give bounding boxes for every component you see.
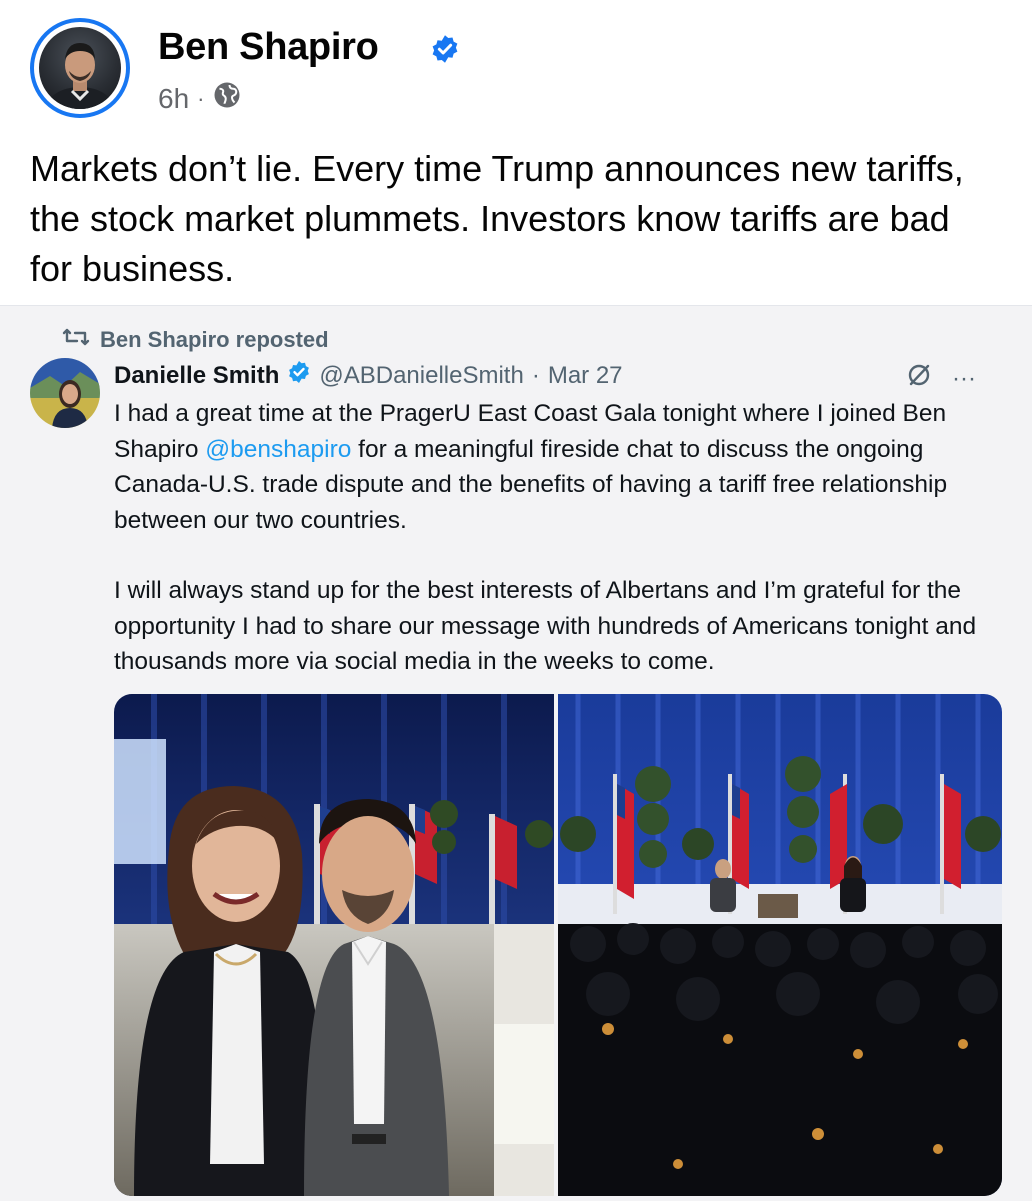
repost-label: Ben Shapiro reposted [100, 327, 329, 352]
photo-portrait [114, 694, 554, 1196]
author-name[interactable]: Ben Shapiro [158, 26, 379, 69]
post-header: Ben Shapiro 6h · [30, 18, 1010, 128]
photo-stage [558, 694, 1002, 1196]
tweet-paragraph-1: I had a great time at the PragerU East C… [114, 396, 1004, 538]
tweet-header: Danielle Smith @ABDanielleSmith · Mar 27 [114, 360, 623, 391]
post-meta: 6h · [158, 80, 242, 117]
tweet-author-avatar [30, 358, 100, 428]
tweet-handle: @ABDanielleSmith [319, 361, 524, 389]
tweet-mention: @benshapiro [205, 435, 352, 463]
tweet-separator: · [531, 361, 540, 389]
tweet-paragraph-2: I will always stand up for the best inte… [114, 577, 977, 675]
tweet-author-name: Danielle Smith [114, 361, 280, 389]
repost-row: Ben Shapiro reposted [62, 326, 329, 354]
more-icon: ··· [952, 364, 976, 392]
embedded-tweet-image: Ben Shapiro reposted Danielle Smith @ABD… [0, 305, 1032, 1201]
grok-icon [906, 362, 932, 395]
repost-icon [62, 326, 90, 354]
tweet-icons: ··· [906, 362, 976, 395]
post-time[interactable]: 6h [158, 83, 189, 115]
post-text: Markets don’t lie. Every time Trump anno… [30, 148, 964, 289]
avatar-photo [39, 27, 121, 109]
verified-badge-icon [287, 360, 311, 391]
tweet-date: Mar 27 [547, 361, 623, 389]
meta-separator: · [197, 85, 205, 111]
tweet-media [114, 694, 1002, 1196]
author-avatar[interactable] [30, 18, 130, 118]
tweet-body: I had a great time at the PragerU East C… [114, 396, 1004, 680]
globe-icon [212, 80, 242, 117]
verified-badge-icon [430, 34, 460, 69]
